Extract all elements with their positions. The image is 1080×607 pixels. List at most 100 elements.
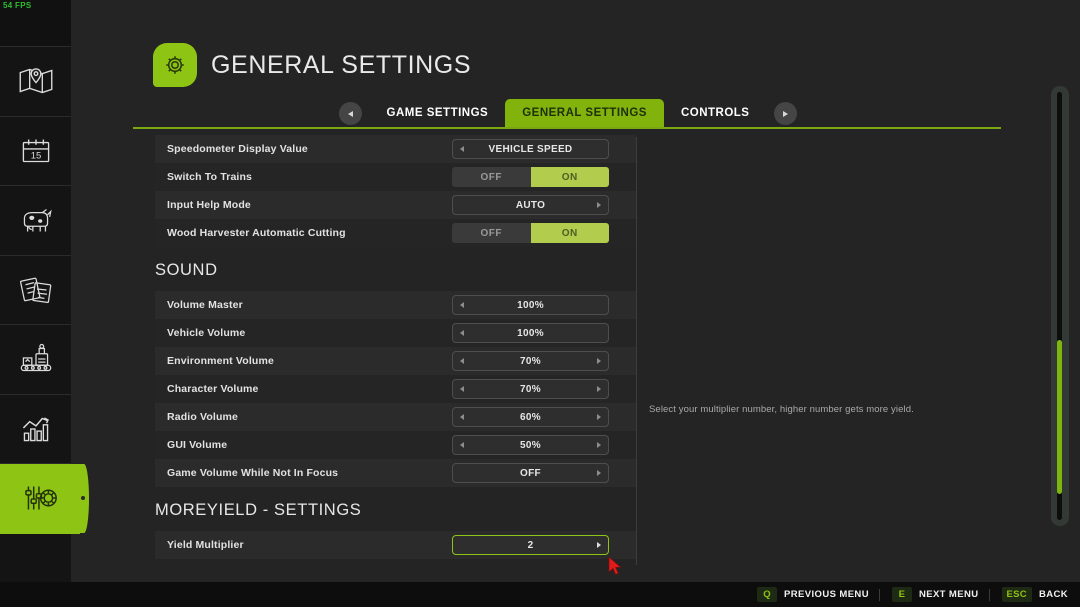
settings-row-label: Character Volume: [167, 383, 259, 395]
hint-previous-menu[interactable]: Q PREVIOUS MENU: [757, 587, 869, 602]
toggle-off-option[interactable]: OFF: [452, 167, 531, 187]
settings-row[interactable]: Volume Master 100%: [155, 291, 636, 319]
settings-row-control[interactable]: 70%: [452, 351, 609, 371]
map-icon: [15, 60, 57, 102]
arrow-left-icon[interactable]: [460, 386, 464, 392]
section-heading: SOUND: [155, 261, 218, 279]
arrow-right-icon[interactable]: [597, 358, 601, 364]
sidebar-item-contracts[interactable]: [0, 255, 71, 325]
settings-row-control[interactable]: OFF ON: [452, 167, 609, 187]
toggle-on-option[interactable]: ON: [530, 167, 609, 187]
settings-row-control[interactable]: 50%: [452, 435, 609, 455]
arrow-right-icon[interactable]: [597, 386, 601, 392]
left-sidebar: 15: [0, 0, 89, 582]
settings-icon: [19, 477, 61, 519]
hint-key: E: [891, 587, 912, 602]
hint-separator: [988, 588, 990, 601]
arrow-left-icon[interactable]: [460, 414, 464, 420]
settings-row[interactable]: Vehicle Volume 100%: [155, 319, 636, 347]
help-text: Select your multiplier number, higher nu…: [649, 404, 914, 415]
settings-row[interactable]: Game Volume While Not In Focus OFF: [155, 459, 636, 487]
sidebar-item-animals[interactable]: [0, 186, 71, 256]
toggle-switch[interactable]: OFF ON: [452, 223, 609, 243]
settings-row-control[interactable]: AUTO: [452, 195, 609, 215]
tab-bar: GAME SETTINGS GENERAL SETTINGS CONTROLS: [133, 97, 1003, 127]
chevron-right-icon[interactable]: [774, 102, 798, 125]
settings-row-control[interactable]: 100%: [452, 295, 609, 315]
arrow-left-icon[interactable]: [460, 302, 464, 308]
hint-separator: [878, 588, 880, 601]
gear-icon: [153, 43, 197, 87]
scrollbar-thumb[interactable]: [1057, 340, 1062, 495]
sidebar-item-production[interactable]: [0, 325, 71, 395]
option-value: 50%: [520, 439, 541, 451]
option-selector[interactable]: 70%: [452, 351, 609, 371]
option-value: AUTO: [515, 199, 546, 211]
option-value: 60%: [520, 411, 541, 423]
settings-row[interactable]: Switch To Trains OFF ON: [155, 163, 636, 191]
settings-row-control[interactable]: 70%: [452, 379, 609, 399]
settings-row[interactable]: Character Volume 70%: [155, 375, 636, 403]
sidebar-item-statistics[interactable]: [0, 394, 71, 464]
hint-back[interactable]: ESC BACK: [1001, 587, 1068, 602]
option-selector[interactable]: 100%: [452, 323, 609, 343]
toggle-on-option[interactable]: ON: [530, 223, 609, 243]
settings-row-control[interactable]: 60%: [452, 407, 609, 427]
arrow-right-icon[interactable]: [597, 442, 601, 448]
arrow-right-icon[interactable]: [597, 202, 601, 208]
option-selector[interactable]: OFF: [452, 463, 609, 483]
settings-row[interactable]: Yield Multiplier 2: [155, 531, 636, 559]
option-value: VEHICLE SPEED: [488, 143, 573, 155]
cow-icon: [15, 199, 57, 241]
tab-controls[interactable]: CONTROLS: [664, 99, 767, 127]
arrow-left-icon[interactable]: [460, 330, 464, 336]
settings-row-label: GUI Volume: [167, 439, 228, 451]
arrow-right-icon[interactable]: [597, 470, 601, 476]
sidebar-item-map[interactable]: [0, 47, 71, 117]
settings-row-label: Wood Harvester Automatic Cutting: [167, 227, 346, 239]
settings-row[interactable]: Radio Volume 60%: [155, 403, 636, 431]
bar-chart-icon: [15, 408, 57, 450]
sidebar-item-calendar[interactable]: 15: [0, 116, 71, 186]
option-selector[interactable]: 60%: [452, 407, 609, 427]
calendar-icon: 15: [15, 130, 57, 172]
tab-general-settings[interactable]: GENERAL SETTINGS: [505, 99, 664, 127]
documents-icon: [15, 269, 57, 311]
settings-row-control[interactable]: OFF ON: [452, 223, 609, 243]
production-icon: [15, 338, 57, 380]
active-dot: [81, 496, 85, 501]
settings-row-label: Game Volume While Not In Focus: [167, 467, 339, 479]
option-selector[interactable]: 50%: [452, 435, 609, 455]
game-settings-screen: 54 FPS 15 GENERAL SETTINGS GAME SETTINGS…: [0, 0, 1080, 607]
settings-row[interactable]: Speedometer Display Value VEHICLE SPEED: [155, 135, 636, 163]
option-selector[interactable]: AUTO: [452, 195, 609, 215]
settings-row-control[interactable]: 100%: [452, 323, 609, 343]
option-selector[interactable]: 2: [452, 535, 609, 555]
arrow-left-icon[interactable]: [460, 358, 464, 364]
toggle-off-option[interactable]: OFF: [452, 223, 531, 243]
settings-row-control[interactable]: VEHICLE SPEED: [452, 139, 609, 159]
tab-game-settings[interactable]: GAME SETTINGS: [370, 99, 506, 127]
settings-row[interactable]: GUI Volume 50%: [155, 431, 636, 459]
option-selector[interactable]: 100%: [452, 295, 609, 315]
settings-list: Speedometer Display Value VEHICLE SPEED Sw…: [155, 135, 636, 559]
settings-row[interactable]: Input Help Mode AUTO: [155, 191, 636, 219]
arrow-right-icon[interactable]: [597, 542, 601, 548]
chevron-left-icon[interactable]: [338, 102, 362, 125]
hint-next-menu[interactable]: E NEXT MENU: [891, 587, 979, 602]
arrow-right-icon[interactable]: [597, 414, 601, 420]
option-selector[interactable]: VEHICLE SPEED: [452, 139, 609, 159]
option-value: OFF: [520, 467, 541, 479]
settings-row-control[interactable]: OFF: [452, 463, 609, 483]
scrollbar[interactable]: [1051, 86, 1069, 526]
settings-row-control[interactable]: 2: [452, 535, 609, 555]
toggle-switch[interactable]: OFF ON: [452, 167, 609, 187]
arrow-left-icon[interactable]: [460, 146, 464, 152]
sidebar-item-settings[interactable]: [0, 464, 89, 534]
hint-label: BACK: [1038, 589, 1068, 600]
page-header: GENERAL SETTINGS: [153, 43, 471, 87]
settings-row[interactable]: Environment Volume 70%: [155, 347, 636, 375]
option-selector[interactable]: 70%: [452, 379, 609, 399]
arrow-left-icon[interactable]: [460, 442, 464, 448]
settings-row[interactable]: Wood Harvester Automatic Cutting OFF ON: [155, 219, 636, 247]
